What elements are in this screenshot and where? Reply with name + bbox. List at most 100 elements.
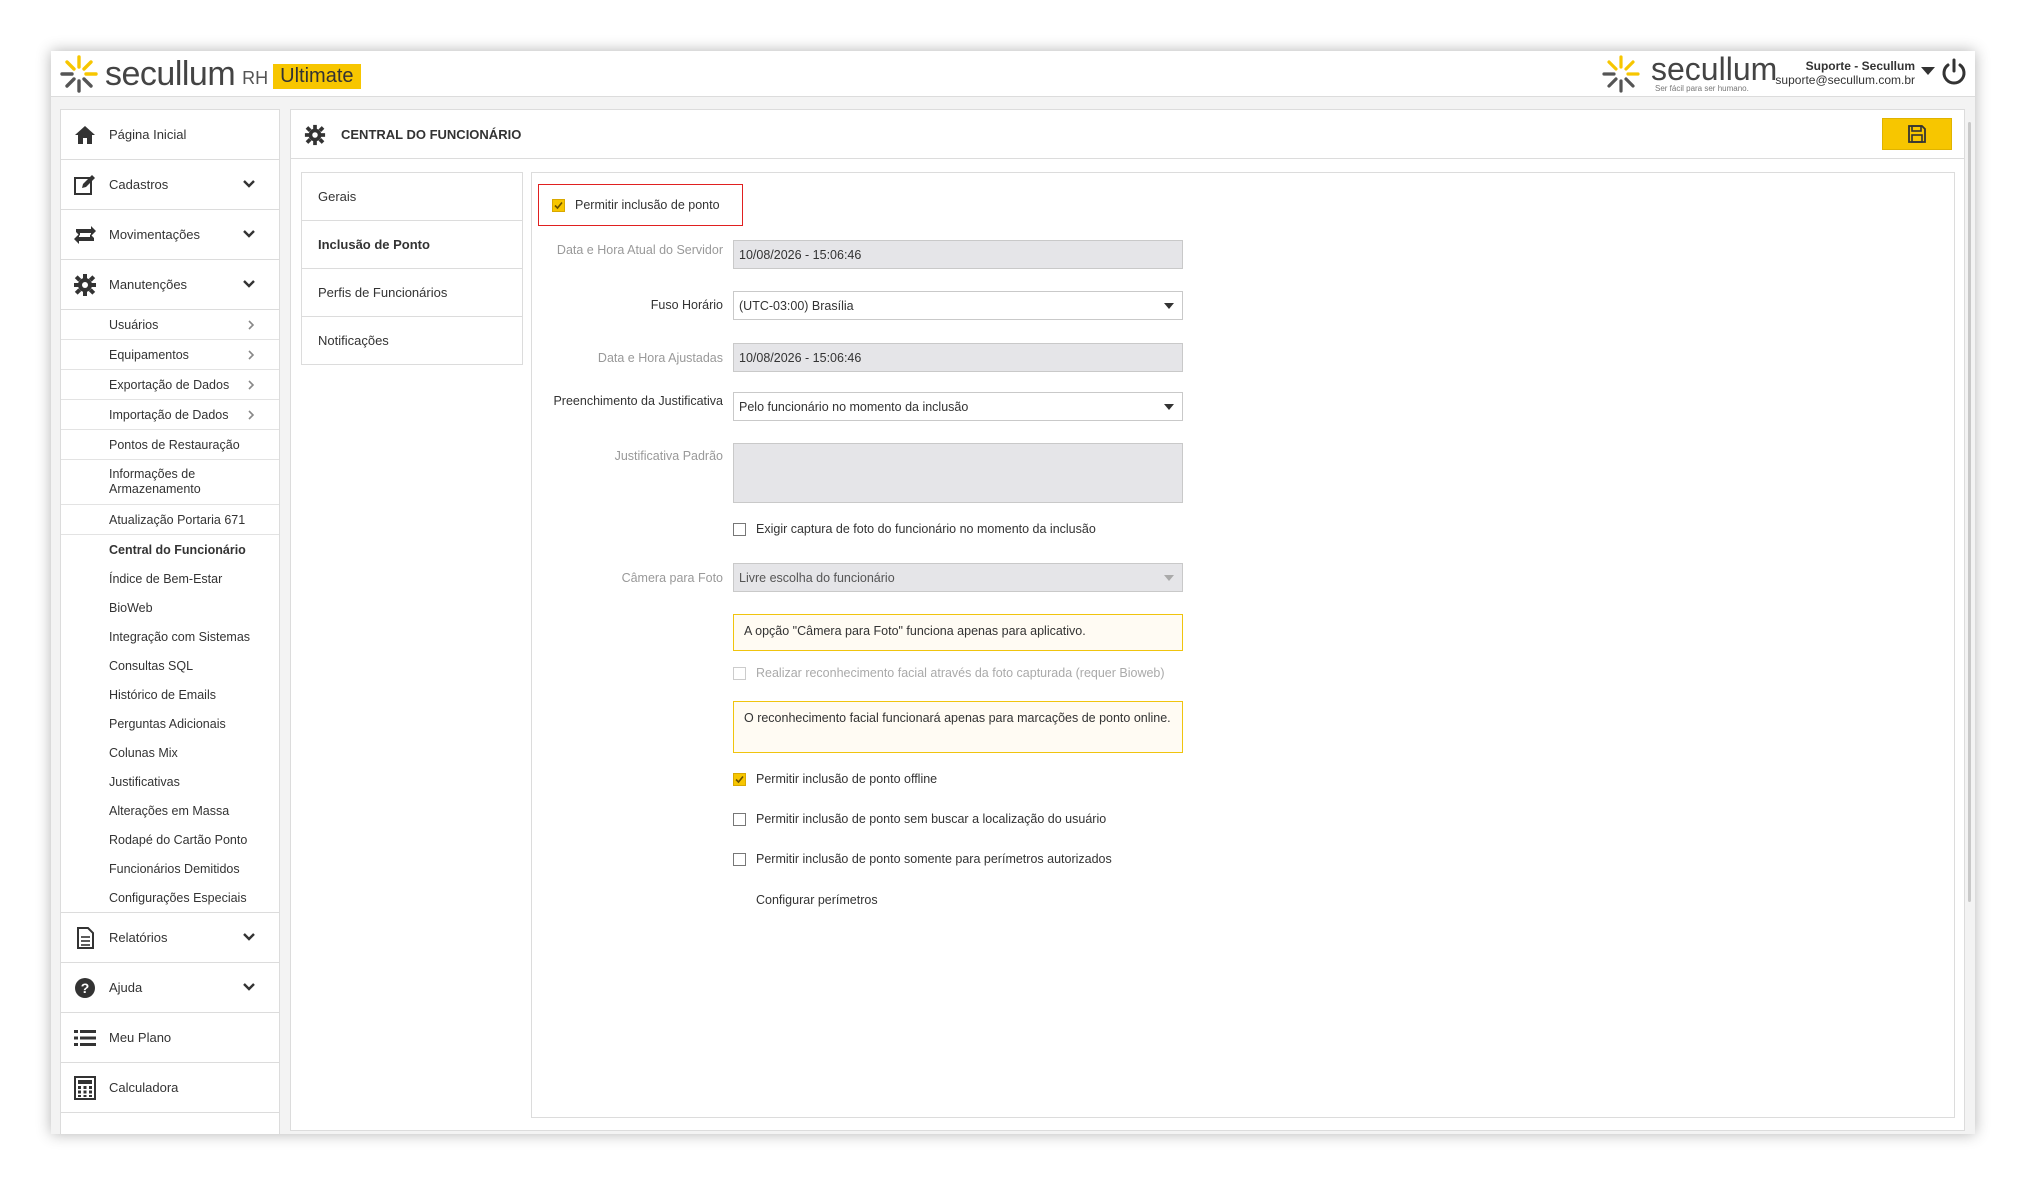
sidebar-item-ajuda[interactable]: ? Ajuda [61,963,279,1013]
user-menu-caret-icon[interactable] [1921,67,1935,75]
no-location-label: Permitir inclusão de ponto sem buscar a … [756,812,1107,826]
check-icon [554,201,563,210]
sidebar-item-manutencoes[interactable]: Manutenções [61,260,279,310]
sidebar-subitem-bem-estar[interactable]: Índice de Bem-Estar [61,564,279,593]
sidebar-subitem-perguntas[interactable]: Perguntas Adicionais [61,709,279,738]
timezone-label: Fuso Horário [650,298,723,312]
sidebar-subitem-pontos-restauracao[interactable]: Pontos de Restauração [61,430,279,460]
partner-sun-logo-icon [1602,55,1640,93]
sidebar-subitem-rodape[interactable]: Rodapé do Cartão Ponto [61,825,279,854]
sidebar-subitem-justificativas[interactable]: Justificativas [61,767,279,796]
sidebar-subitem-label: Colunas Mix [109,745,178,760]
edition-badge: Ultimate [273,63,361,89]
sidebar-subitem-label: Alterações em Massa [109,803,230,818]
sidebar-subitem-label: Equipamentos [109,347,189,362]
sidebar-subitem-historico-emails[interactable]: Histórico de Emails [61,680,279,709]
require-photo-checkbox[interactable] [733,523,746,536]
edit-icon [74,175,95,195]
justification-fill-label: Preenchimento da Justificativa [553,394,723,408]
sidebar-item-label: Calculadora [109,1080,179,1095]
tab-perfis-funcionarios[interactable]: Perfis de Funcionários [302,269,522,317]
sidebar-submenu-manutencoes: Usuários Equipamentos Exportação de Dado… [61,310,279,913]
user-name[interactable]: Suporte - Secullum [1806,59,1915,73]
camera-value: Livre escolha do funcionário [739,570,895,585]
sidebar-subitem-integracao[interactable]: Integração com Sistemas [61,622,279,651]
offline-label: Permitir inclusão de ponto offline [756,772,938,786]
sidebar-subitem-label: Exportação de Dados [109,377,230,392]
sidebar-subitem-portaria-671[interactable]: Atualização Portaria 671 [61,505,279,535]
sidebar-subitem-importacao[interactable]: Importação de Dados [61,400,279,430]
partner-brand: secullum [1651,51,1778,87]
scrollbar[interactable] [1968,122,1971,902]
allow-inclusion-label: Permitir inclusão de ponto [575,198,720,212]
facial-warning: O reconhecimento facial funcionará apena… [733,701,1183,753]
server-datetime-field: 10/08/2026 - 15:06:46 [733,240,1183,269]
sidebar-item-calculadora[interactable]: Calculadora [61,1063,279,1113]
svg-text:?: ? [81,980,90,996]
no-location-checkbox[interactable] [733,813,746,826]
sidebar-subitem-equipamentos[interactable]: Equipamentos [61,340,279,370]
exchange-icon [74,226,96,244]
adjusted-datetime-label: Data e Hora Ajustadas [597,351,723,365]
sidebar-subitem-consultas-sql[interactable]: Consultas SQL [61,651,279,680]
tab-inclusao-ponto[interactable]: Inclusão de Ponto [302,221,522,269]
adjusted-datetime-field: 10/08/2026 - 15:06:46 [733,343,1183,372]
sidebar-subitem-central-funcionario[interactable]: Central do Funcionário [61,535,279,564]
sidebar: Página Inicial Cadastros Movimentações M… [60,109,280,1134]
sidebar-item-label: Meu Plano [109,1030,172,1045]
sun-logo-icon [60,55,98,93]
allow-inclusion-checkbox[interactable] [552,199,565,212]
brand-name: secullum [105,54,236,93]
tab-notificacoes[interactable]: Notificações [302,317,522,364]
sidebar-subitem-label: Pontos de Restauração [109,437,240,452]
sidebar-subitem-label: Integração com Sistemas [109,629,251,644]
sidebar-subitem-label: Justificativas [109,774,180,789]
dropdown-arrow-icon [1164,575,1174,581]
sidebar-item-cadastros[interactable]: Cadastros [61,160,279,210]
sidebar-subitem-colunas-mix[interactable]: Colunas Mix [61,738,279,767]
sidebar-subitem-demitidos[interactable]: Funcionários Demitidos [61,854,279,883]
server-datetime-value: 10/08/2026 - 15:06:46 [739,247,862,262]
sidebar-subitem-label: Perguntas Adicionais [109,716,226,731]
sidebar-subitem-label: Rodapé do Cartão Ponto [109,832,248,847]
sidebar-subitem-exportacao[interactable]: Exportação de Dados [61,370,279,400]
sidebar-subitem-usuarios[interactable]: Usuários [61,310,279,340]
user-email[interactable]: suporte@secullum.com.br [1775,73,1915,87]
sidebar-item-movimentacoes[interactable]: Movimentações [61,210,279,260]
sidebar-item-home[interactable]: Página Inicial [61,110,279,160]
sidebar-subitem-alteracoes-massa[interactable]: Alterações em Massa [61,796,279,825]
top-header: secullum RH Ultimate secullum Ser fácil … [51,51,1975,97]
title-divider [291,158,1964,159]
timezone-value: (UTC-03:00) Brasília [739,298,854,313]
sidebar-item-label: Relatórios [109,930,168,945]
chevron-right-icon [248,379,255,390]
default-justification-textarea [733,443,1183,503]
sidebar-subitem-label: Configurações Especiais [109,890,247,905]
save-button[interactable] [1882,118,1952,150]
save-icon [1908,125,1926,143]
sidebar-item-relatorios[interactable]: Relatórios [61,913,279,963]
page-title: CENTRAL DO FUNCIONÁRIO [341,127,522,142]
sidebar-item-meu-plano[interactable]: Meu Plano [61,1013,279,1063]
partner-tagline: Ser fácil para ser humano. [1655,84,1749,93]
sidebar-subitem-bioweb[interactable]: BioWeb [61,593,279,622]
camera-warning: A opção "Câmera para Foto" funciona apen… [733,614,1183,651]
sidebar-subitem-label: Usuários [109,317,159,332]
sidebar-item-label: Página Inicial [109,127,187,142]
configure-perimeters-link[interactable]: Configurar perímetros [756,893,878,907]
sidebar-subitem-label: Funcionários Demitidos [109,861,240,876]
chevron-right-icon [248,319,255,330]
offline-checkbox[interactable] [733,773,746,786]
perimeters-only-checkbox[interactable] [733,853,746,866]
timezone-select[interactable]: (UTC-03:00) Brasília [733,291,1183,320]
power-icon[interactable] [1939,57,1969,87]
app-logo[interactable]: secullum RH Ultimate [59,54,361,94]
perimeters-only-label: Permitir inclusão de ponto somente para … [756,852,1112,866]
justification-fill-select[interactable]: Pelo funcionário no momento da inclusão [733,392,1183,421]
sidebar-subitem-config-especiais[interactable]: Configurações Especiais [61,883,279,912]
gear-icon [304,124,326,146]
server-datetime-label: Data e Hora Atual do Servidor [556,243,723,257]
tab-gerais[interactable]: Gerais [302,173,522,221]
sidebar-subitem-armazenamento[interactable]: Informações de Armazenamento [61,460,279,505]
camera-select: Livre escolha do funcionário [733,563,1183,592]
